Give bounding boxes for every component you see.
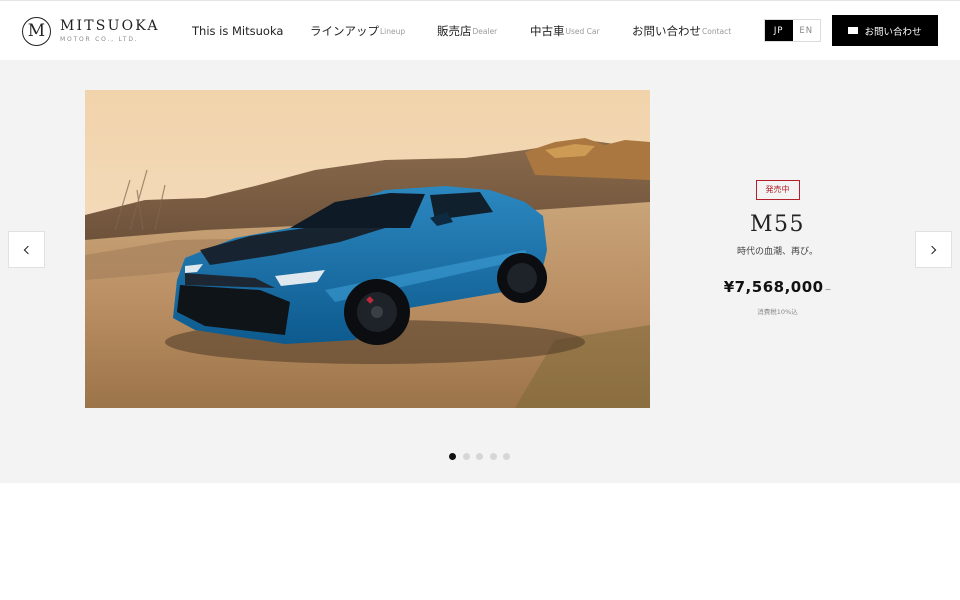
model-name: M55 — [749, 212, 806, 237]
nav-label: 中古車 — [530, 24, 565, 38]
nav-label: 販売店 — [437, 24, 472, 38]
brand-logo[interactable]: M MITSUOKA MOTOR CO., LTD. — [22, 15, 162, 47]
slider-dot[interactable] — [476, 453, 483, 460]
nav-item-about[interactable]: This is Mitsuoka — [192, 1, 283, 61]
car-photo — [85, 90, 650, 408]
language-en-button[interactable]: EN — [792, 20, 820, 41]
hero-slider: 発売中 M55 時代の血潮、再び。 ¥7,568,000 ~ 消費税10%込 — [0, 60, 960, 483]
slider-prev-button[interactable] — [8, 231, 45, 268]
status-badge: 発売中 — [755, 180, 800, 200]
nav-item-dealer[interactable]: 販売店 Dealer — [437, 1, 497, 61]
nav-sublabel: Dealer — [472, 26, 498, 36]
nav-label: お問い合わせ — [632, 24, 701, 38]
slider-pagination — [449, 453, 517, 460]
site-header: M MITSUOKA MOTOR CO., LTD. This is Mitsu… — [0, 0, 960, 60]
slider-dot[interactable] — [503, 453, 510, 460]
model-tagline: 時代の血潮、再び。 — [736, 247, 818, 257]
contact-button-label: お問い合わせ — [864, 26, 922, 38]
mail-icon — [848, 27, 859, 34]
tax-note: 消費税10%込 — [757, 308, 798, 316]
slider-dot[interactable] — [489, 453, 497, 460]
contact-button[interactable]: お問い合わせ — [832, 15, 938, 46]
brand-name: MITSUOKA — [60, 18, 160, 34]
slide-info: 発売中 M55 時代の血潮、再び。 ¥7,568,000 ~ 消費税10%込 — [700, 177, 855, 316]
nav-sublabel: Lineup — [380, 26, 406, 36]
nav-item-lineup[interactable]: ラインアップ Lineup — [310, 1, 405, 61]
nav-label: ラインアップ — [310, 24, 379, 38]
slider-dot[interactable] — [449, 453, 456, 460]
brand-subtitle: MOTOR CO., LTD. — [60, 36, 139, 43]
slider-dot[interactable] — [462, 453, 470, 460]
price-suffix: ~ — [824, 285, 832, 294]
logo-text: MITSUOKA MOTOR CO., LTD. — [60, 19, 160, 43]
nav-sublabel: Used Car — [565, 26, 600, 36]
logo-mark-icon: M — [22, 16, 51, 46]
slider-next-button[interactable] — [915, 231, 952, 268]
language-switcher: JP EN — [764, 19, 821, 42]
language-jp-button[interactable]: JP — [765, 20, 793, 41]
nav-item-used-car[interactable]: 中古車 Used Car — [530, 1, 600, 61]
chevron-right-icon — [927, 245, 937, 254]
price-row: ¥7,568,000 ~ — [700, 278, 855, 296]
nav-label: This is Mitsuoka — [192, 24, 284, 38]
chevron-left-icon — [23, 245, 33, 254]
nav-item-contact[interactable]: お問い合わせ Contact — [632, 1, 731, 61]
nav-sublabel: Contact — [702, 26, 732, 36]
car-photo-illustration — [85, 90, 650, 408]
price: ¥7,568,000 — [723, 278, 824, 296]
